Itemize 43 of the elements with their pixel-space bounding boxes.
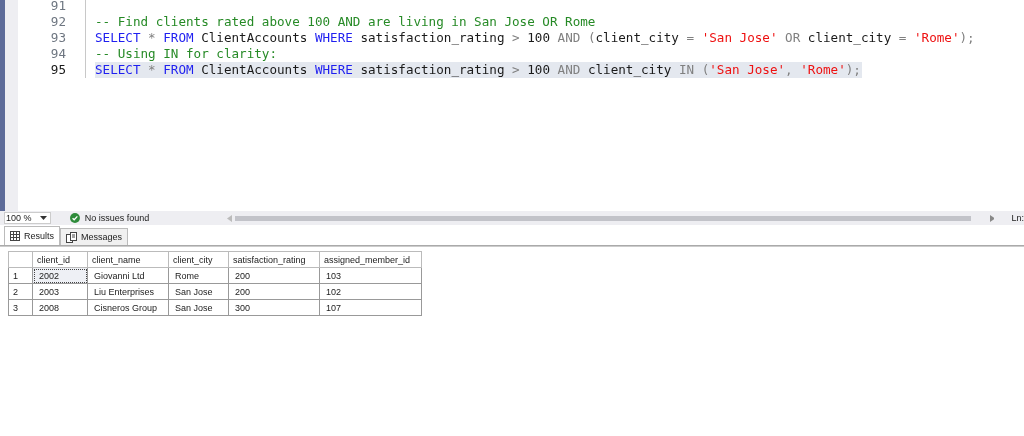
table-cell: San Jose bbox=[168, 299, 229, 316]
code-line: -- Find clients rated above 100 AND are living in San Jose OR Rome bbox=[95, 14, 597, 30]
line-number: 95 bbox=[18, 62, 86, 78]
header-corner bbox=[8, 251, 33, 268]
row-number[interactable]: 1 bbox=[8, 267, 33, 284]
column-header[interactable]: satisfaction_rating bbox=[228, 251, 320, 268]
table-cell: 200 bbox=[228, 267, 320, 284]
scroll-right-icon[interactable] bbox=[989, 214, 995, 222]
table-cell: Giovanni Ltd bbox=[87, 267, 169, 284]
table-cell: 2008 bbox=[32, 299, 88, 316]
check-circle-icon bbox=[69, 213, 80, 223]
document-icon bbox=[66, 231, 77, 243]
column-header[interactable]: client_name bbox=[87, 251, 169, 268]
column-header[interactable]: assigned_member_id bbox=[319, 251, 422, 268]
table-cell: Cisneros Group bbox=[87, 299, 169, 316]
result-tab[interactable]: Messages bbox=[60, 228, 129, 245]
column-header[interactable]: client_city bbox=[168, 251, 229, 268]
table-cell: 2003 bbox=[32, 283, 88, 300]
scroll-left-icon[interactable] bbox=[226, 214, 232, 222]
table-cell: Liu Enterprises bbox=[87, 283, 169, 300]
line-number: 92 bbox=[18, 14, 86, 30]
zoom-dropdown[interactable]: 100 % bbox=[4, 212, 51, 224]
result-tab[interactable]: Results bbox=[4, 226, 60, 245]
caret-icon bbox=[39, 216, 47, 220]
line-indicator: Ln: bbox=[1011, 213, 1024, 223]
grid-icon bbox=[10, 231, 20, 241]
table-cell: Rome bbox=[168, 267, 229, 284]
horizontal-scrollbar[interactable] bbox=[234, 215, 971, 221]
table-cell: 107 bbox=[319, 299, 422, 316]
code-line: -- Using IN for clarity: bbox=[95, 46, 278, 62]
code-line: SELECT * FROM ClientAccounts WHERE satisfaction_rating > 100 AND (client_city = 'San Jose' OR client_city = 'Rome'); bbox=[95, 30, 976, 46]
table-cell: 300 bbox=[228, 299, 320, 316]
issues-status: No issues found bbox=[84, 213, 151, 223]
line-number: 94 bbox=[18, 46, 86, 62]
row-number[interactable]: 3 bbox=[8, 299, 33, 316]
table-cell: 103 bbox=[319, 267, 422, 284]
line-number: 93 bbox=[18, 30, 86, 46]
line-number: 91 bbox=[18, 0, 86, 14]
column-header[interactable]: client_id bbox=[32, 251, 88, 268]
table-cell: 102 bbox=[319, 283, 422, 300]
table-cell: 200 bbox=[228, 283, 320, 300]
row-number[interactable]: 2 bbox=[8, 283, 33, 300]
table-cell: San Jose bbox=[168, 283, 229, 300]
